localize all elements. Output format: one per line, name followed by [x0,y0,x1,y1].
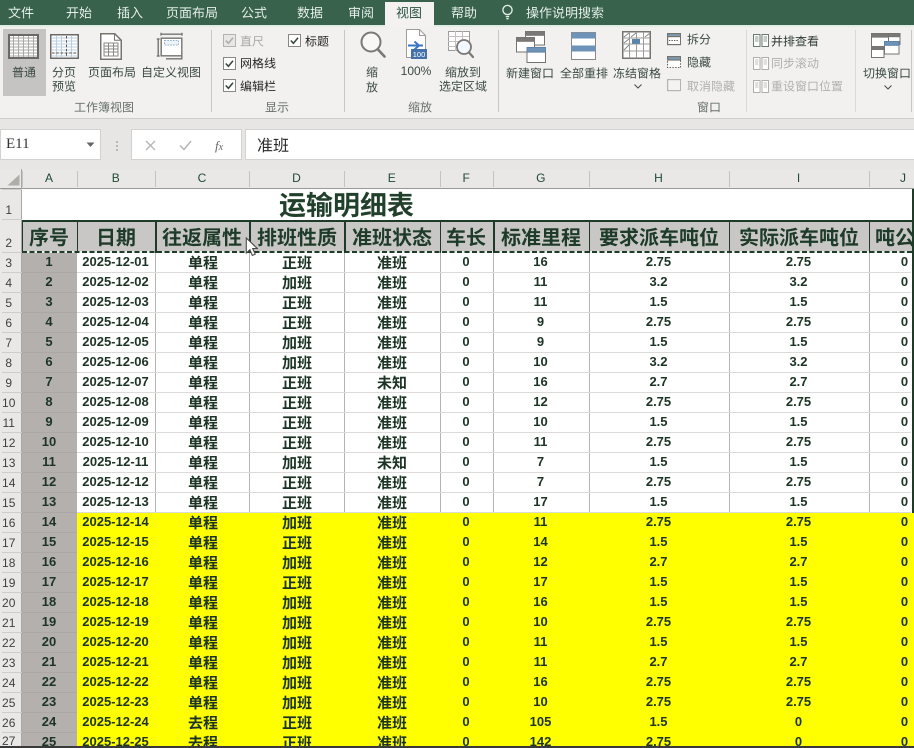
svg-text:100: 100 [413,50,426,59]
